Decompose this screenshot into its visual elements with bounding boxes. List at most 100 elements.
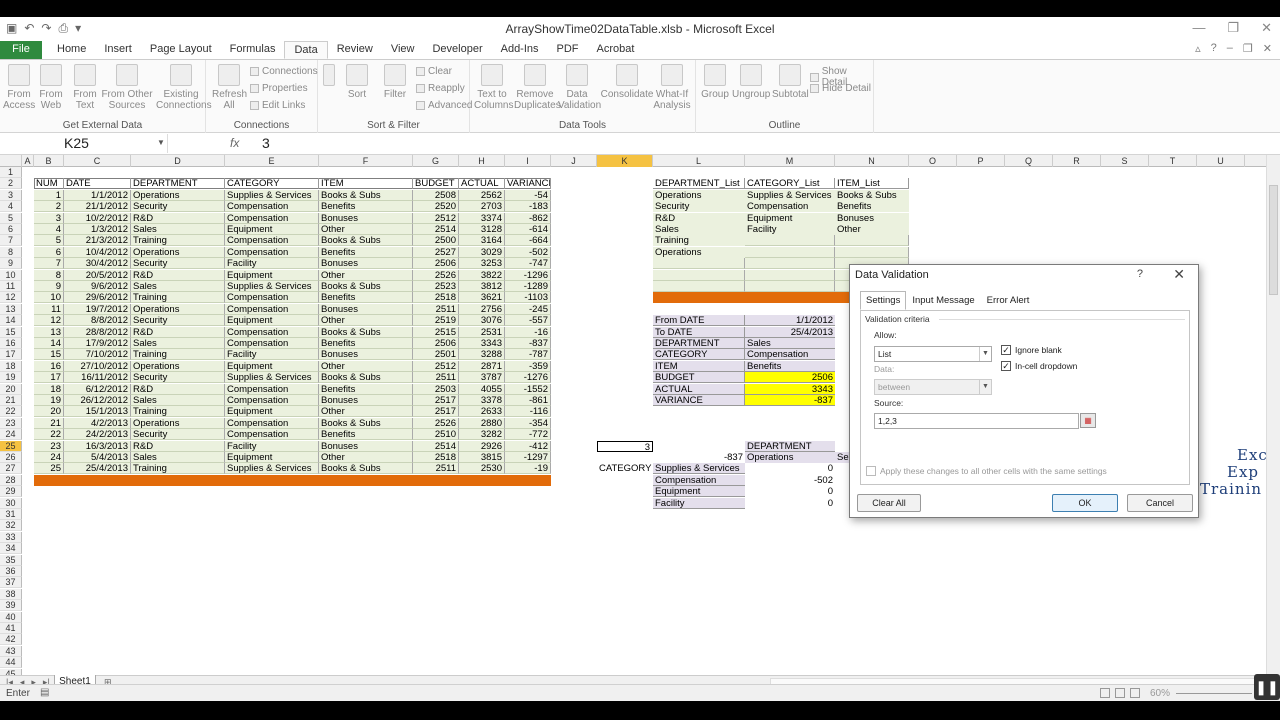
department-list-cell[interactable]: Security — [653, 201, 745, 213]
item-list-cell[interactable]: Benefits — [835, 201, 909, 213]
table-cell[interactable]: 1 — [34, 189, 64, 201]
table-cell[interactable]: Security — [131, 258, 225, 270]
tab-data[interactable]: Data — [284, 41, 328, 59]
scroll-thumb[interactable] — [1269, 185, 1278, 295]
table-cell[interactable]: -1103 — [505, 292, 551, 304]
row-header-30[interactable]: 30 — [0, 497, 22, 509]
table-cell[interactable]: Compensation — [225, 326, 319, 338]
table-cell[interactable]: Books & Subs — [319, 235, 413, 247]
table-cell[interactable]: 2530 — [459, 463, 505, 475]
table-cell[interactable]: 17 — [34, 372, 64, 384]
row-header-28[interactable]: 28 — [0, 474, 22, 486]
zoom-level[interactable]: 60% — [1150, 688, 1170, 699]
table-header-cell[interactable]: CATEGORY — [225, 178, 319, 190]
table-cell[interactable]: -1552 — [505, 383, 551, 395]
tab-developer[interactable]: Developer — [423, 41, 491, 59]
table-cell[interactable]: 2501 — [413, 349, 459, 361]
table-cell[interactable]: -837 — [505, 338, 551, 349]
row-header-15[interactable]: 15 — [0, 326, 22, 338]
tab-error-alert[interactable]: Error Alert — [981, 291, 1036, 310]
table-cell[interactable]: 3787 — [459, 372, 505, 384]
table-cell[interactable]: Books & Subs — [319, 463, 413, 475]
column-header-q[interactable]: Q — [1005, 155, 1053, 167]
row-header-18[interactable]: 18 — [0, 360, 22, 372]
column-header-p[interactable]: P — [957, 155, 1005, 167]
ignore-blank-checkbox[interactable]: ✓ Ignore blank — [1001, 345, 1062, 355]
in-cell-dropdown-checkbox[interactable]: ✓ In-cell dropdown — [1001, 361, 1077, 371]
criteria-value-cell[interactable]: 1/1/2012 — [745, 315, 835, 327]
department-list-cell[interactable]: Operations — [653, 246, 745, 258]
tab-settings[interactable]: Settings — [860, 291, 907, 310]
table-cell[interactable]: Bonuses — [319, 440, 413, 452]
table-cell[interactable]: Compensation — [225, 201, 319, 213]
table-cell[interactable]: Supplies & Services — [225, 281, 319, 292]
table-cell[interactable]: 29/6/2012 — [64, 292, 131, 304]
column-header-j[interactable]: J — [551, 155, 597, 167]
data-table-col-input[interactable]: Operations — [745, 452, 835, 463]
table-cell[interactable]: 6 — [34, 246, 64, 258]
table-cell[interactable]: Security — [131, 429, 225, 441]
connections-button[interactable]: Connections — [250, 66, 318, 77]
department-list-cell[interactable]: Training — [653, 235, 745, 247]
table-cell[interactable]: 2518 — [413, 292, 459, 304]
table-cell[interactable]: -54 — [505, 189, 551, 201]
table-cell[interactable]: Sales — [131, 338, 225, 349]
table-cell[interactable]: -245 — [505, 303, 551, 315]
row-header-1[interactable]: 1 — [0, 167, 22, 178]
table-cell[interactable]: 3253 — [459, 258, 505, 270]
from-access-button[interactable]: From Access — [3, 64, 35, 111]
table-cell[interactable]: 3812 — [459, 281, 505, 292]
restore-workbook-icon[interactable]: ❐ — [1243, 42, 1253, 55]
data-table-row-header[interactable]: Supplies & Services — [653, 463, 745, 475]
data-table-value[interactable]: 0 — [745, 463, 835, 474]
list-cell[interactable] — [745, 281, 835, 292]
table-cell[interactable]: Equipment — [225, 452, 319, 463]
table-cell[interactable]: -664 — [505, 235, 551, 247]
table-cell[interactable]: 4055 — [459, 383, 505, 395]
column-header-m[interactable]: M — [745, 155, 835, 167]
table-cell[interactable]: 2506 — [413, 258, 459, 270]
table-cell[interactable]: Other — [319, 224, 413, 235]
text-to-columns-button[interactable]: Text to Columns — [474, 64, 513, 111]
table-cell[interactable]: 2515 — [413, 326, 459, 338]
table-cell[interactable]: 2508 — [413, 189, 459, 201]
table-cell[interactable]: 28/8/2012 — [64, 326, 131, 338]
minimize-ribbon-icon[interactable]: ▵ — [1195, 42, 1201, 55]
table-cell[interactable]: 2514 — [413, 440, 459, 452]
table-cell[interactable]: Facility — [225, 258, 319, 270]
group-button[interactable]: Group — [700, 64, 730, 100]
table-cell[interactable]: 2503 — [413, 383, 459, 395]
table-cell[interactable]: Compensation — [225, 212, 319, 224]
table-cell[interactable]: 23 — [34, 440, 64, 452]
tab-add-ins[interactable]: Add-Ins — [492, 41, 548, 59]
from-other-sources-button[interactable]: From Other Sources — [100, 64, 154, 111]
table-cell[interactable]: 2 — [34, 201, 64, 213]
table-cell[interactable]: 2633 — [459, 406, 505, 418]
criteria-label-cell[interactable]: DEPARTMENT — [653, 338, 745, 349]
table-cell[interactable]: Equipment — [225, 315, 319, 327]
table-cell[interactable]: Benefits — [319, 201, 413, 213]
table-cell[interactable]: Operations — [131, 360, 225, 372]
row-header-23[interactable]: 23 — [0, 417, 22, 429]
minimize-icon[interactable]: — — [1192, 20, 1205, 36]
list-cell[interactable] — [835, 235, 909, 247]
table-cell[interactable]: 5/4/2013 — [64, 452, 131, 463]
existing-connections-button[interactable]: Existing Connections — [156, 64, 212, 111]
data-validation-button[interactable]: Data Validation — [558, 64, 601, 111]
row-header-34[interactable]: 34 — [0, 543, 22, 555]
data-table-formula-cell[interactable]: -837 — [653, 452, 745, 463]
table-header-cell[interactable]: NUM — [34, 178, 64, 190]
table-cell[interactable]: Sales — [131, 395, 225, 406]
table-cell[interactable]: 2512 — [413, 360, 459, 372]
table-cell[interactable]: Benefits — [319, 292, 413, 304]
table-cell[interactable]: Supplies & Services — [225, 189, 319, 201]
table-cell[interactable]: Other — [319, 360, 413, 372]
table-cell[interactable]: 2517 — [413, 406, 459, 418]
table-cell[interactable]: 2518 — [413, 452, 459, 463]
table-cell[interactable]: 5 — [34, 235, 64, 247]
column-header-h[interactable]: H — [459, 155, 505, 167]
row-header-4[interactable]: 4 — [0, 201, 22, 213]
apply-all-checkbox[interactable]: Apply these changes to all other cells w… — [866, 466, 1107, 476]
table-cell[interactable]: 27/10/2012 — [64, 360, 131, 372]
table-cell[interactable]: 3378 — [459, 395, 505, 406]
